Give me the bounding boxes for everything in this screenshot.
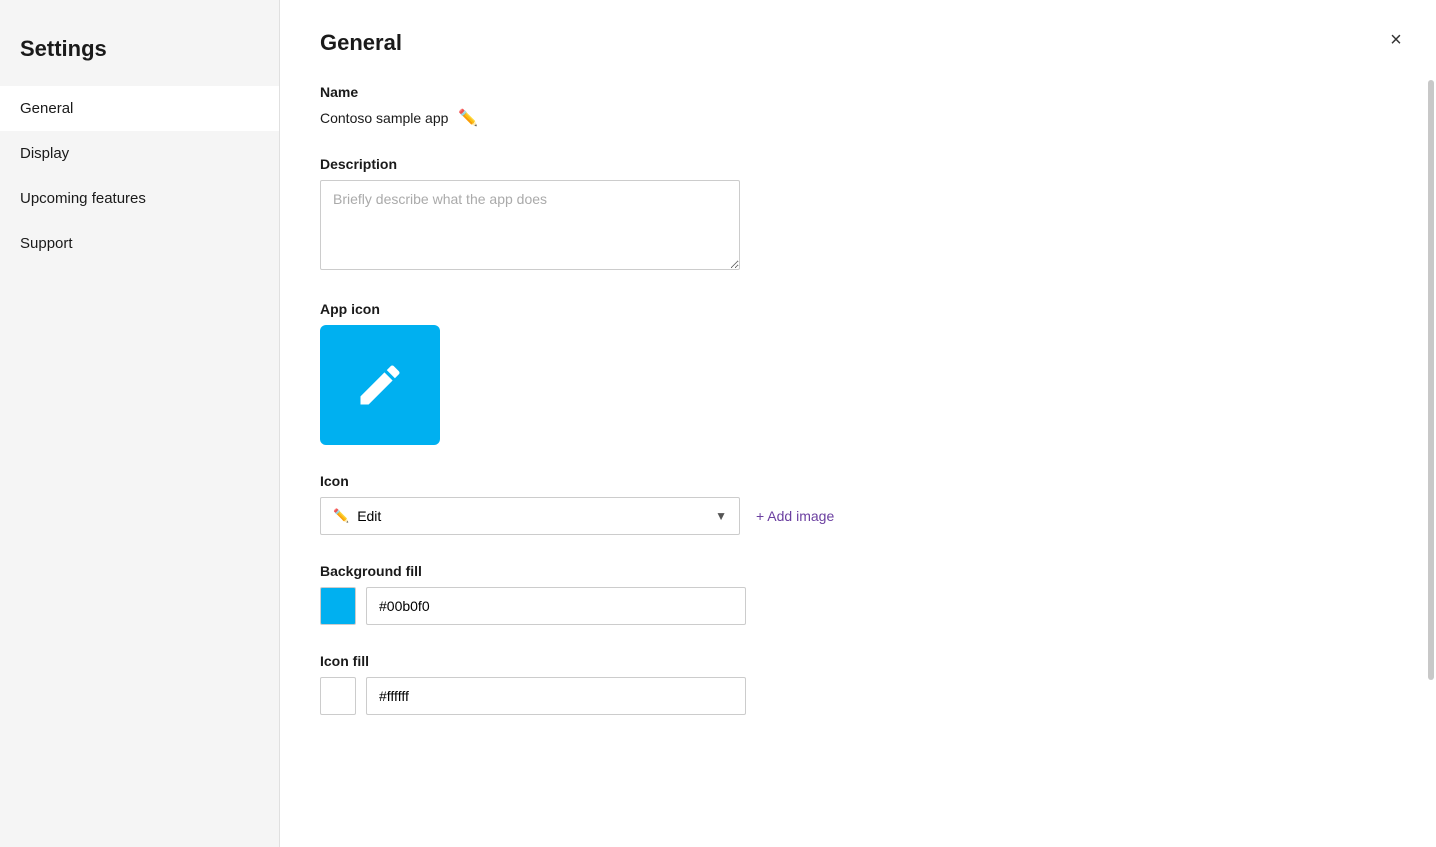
- icon-fill-row: [320, 677, 1396, 715]
- app-icon-label: App icon: [320, 301, 1396, 317]
- icon-dropdown[interactable]: ✏️ Edit ▼: [320, 497, 740, 535]
- scrollbar-track: [1428, 0, 1436, 847]
- sidebar-item-general[interactable]: General: [0, 86, 279, 131]
- app-icon-section: App icon: [320, 301, 1396, 445]
- sidebar: Settings General Display Upcoming featur…: [0, 0, 280, 847]
- sidebar-item-display[interactable]: Display: [0, 131, 279, 176]
- edit-icon-small: ✏️: [333, 508, 349, 524]
- background-fill-input[interactable]: [366, 587, 746, 625]
- name-label: Name: [320, 84, 1396, 100]
- description-textarea[interactable]: [320, 180, 740, 270]
- icon-label: Icon: [320, 473, 1396, 489]
- chevron-down-icon: ▼: [715, 509, 727, 523]
- background-fill-row: [320, 587, 1396, 625]
- background-color-swatch[interactable]: [320, 587, 356, 625]
- icon-fill-label: Icon fill: [320, 653, 1396, 669]
- sidebar-item-upcoming-features[interactable]: Upcoming features: [0, 176, 279, 221]
- name-row: Contoso sample app ✏️: [320, 108, 1396, 128]
- add-image-label: + Add image: [756, 508, 834, 524]
- app-icon-preview[interactable]: [320, 325, 440, 445]
- icon-fill-input[interactable]: [366, 677, 746, 715]
- background-fill-label: Background fill: [320, 563, 1396, 579]
- sidebar-item-support[interactable]: Support: [0, 221, 279, 266]
- page-title: General: [320, 30, 1396, 56]
- add-image-button[interactable]: + Add image: [756, 508, 834, 524]
- pencil-icon: [354, 359, 406, 411]
- settings-panel: Settings General Display Upcoming featur…: [0, 0, 1436, 847]
- icon-section: Icon ✏️ Edit ▼ + Add image: [320, 473, 1396, 535]
- edit-name-icon[interactable]: ✏️: [458, 108, 478, 128]
- icon-color-swatch[interactable]: [320, 677, 356, 715]
- description-label: Description: [320, 156, 1396, 172]
- main-content: × General Name Contoso sample app ✏️ Des…: [280, 0, 1436, 847]
- name-section: Name Contoso sample app ✏️: [320, 84, 1396, 128]
- scrollbar-thumb[interactable]: [1428, 80, 1434, 680]
- close-button[interactable]: ×: [1380, 24, 1412, 56]
- sidebar-title: Settings: [0, 20, 279, 86]
- description-section: Description: [320, 156, 1396, 273]
- background-fill-section: Background fill: [320, 563, 1396, 625]
- icon-fill-section: Icon fill: [320, 653, 1396, 715]
- name-value: Contoso sample app: [320, 110, 448, 126]
- icon-selected-value: Edit: [357, 508, 381, 524]
- icon-dropdown-row: ✏️ Edit ▼ + Add image: [320, 497, 1396, 535]
